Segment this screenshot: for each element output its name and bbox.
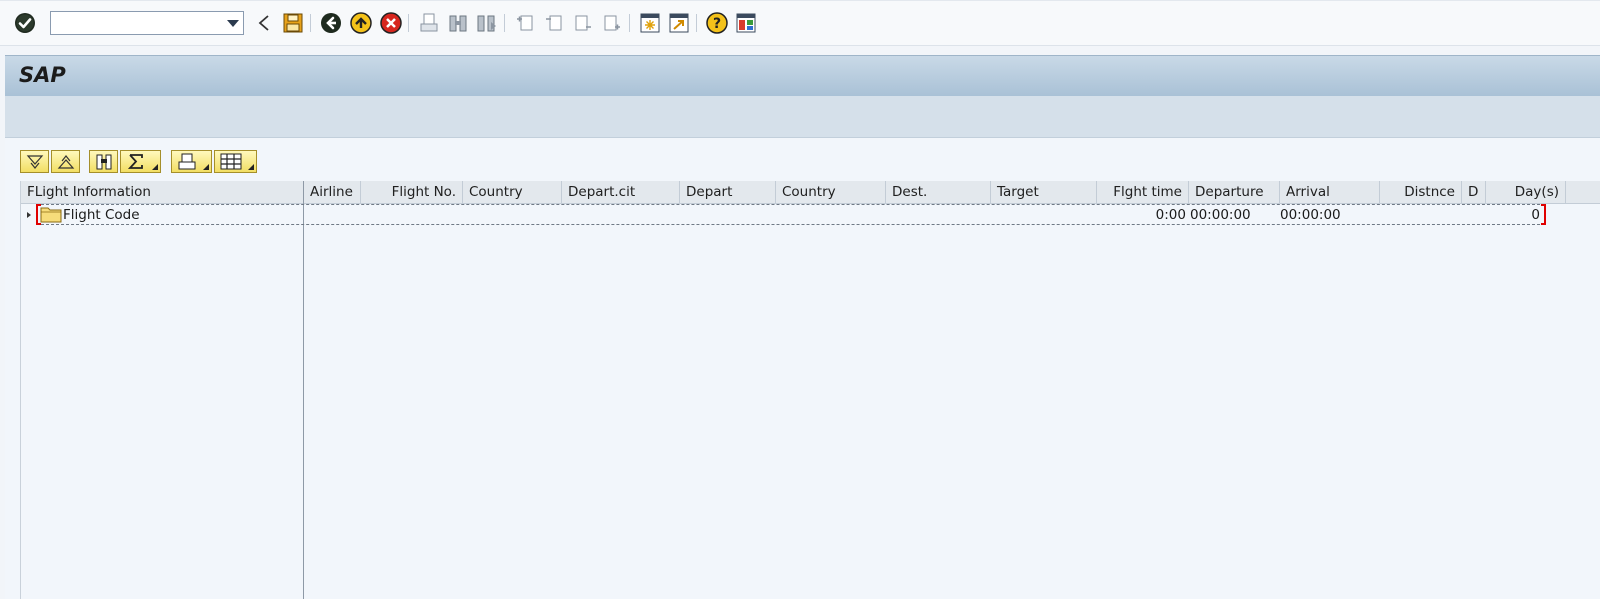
previous-page-icon[interactable] [543,12,565,34]
tree-node-label[interactable]: Flight Code [63,204,140,226]
back-triangle-icon[interactable] [253,12,275,34]
column-header-distance[interactable]: Distnce [1380,181,1462,203]
column-header-flight-information[interactable]: FLight Information [21,181,304,203]
find-icon [96,154,111,169]
dropdown-icon[interactable] [152,164,158,170]
dropdown-icon[interactable] [248,164,254,170]
toolbar-separator [408,14,409,32]
column-header-flight-time[interactable]: Flght time [1097,181,1189,203]
print-icon [178,153,195,170]
title-bar: SAP [5,55,1600,97]
command-field[interactable] [50,11,244,35]
expand-all-button[interactable] [20,150,49,173]
generate-shortcut-icon[interactable] [668,12,690,34]
layout-button[interactable] [214,150,257,173]
expand-all-icon [26,154,43,169]
first-page-icon[interactable] [514,12,536,34]
column-header-depart-city[interactable]: Depart.cit [562,181,680,203]
row-focus-right-marker [1541,204,1546,225]
last-page-icon[interactable] [601,12,623,34]
find-icon[interactable] [447,12,469,34]
column-header-country-to[interactable]: Country [776,181,886,203]
chevron-down-icon[interactable] [227,20,239,27]
cell-days: 0 [1531,207,1540,223]
column-header-depart-airport[interactable]: Depart [680,181,776,203]
column-header-country-from[interactable]: Country [463,181,562,203]
toolbar-separator [629,14,630,32]
toolbar-separator [504,14,505,32]
cell-arrival: 00:00:00 [1280,207,1341,223]
dropdown-icon[interactable] [203,164,209,170]
column-header-target[interactable]: Target [991,181,1097,203]
expand-node-icon[interactable] [27,212,31,218]
svg-text:?: ? [713,16,721,32]
tree-column-divider [303,181,304,599]
collapse-all-button[interactable] [51,150,80,173]
application-toolbar [5,96,1600,138]
system-toolbar: ? [0,0,1600,46]
command-input[interactable] [55,13,224,35]
column-header-departure[interactable]: Departure [1189,181,1280,203]
enter-check-icon[interactable] [14,12,36,34]
column-header-airline[interactable]: Airline [304,181,361,203]
column-header-destination[interactable]: Dest. [886,181,991,203]
save-icon[interactable] [282,12,304,34]
exit-icon[interactable] [350,12,372,34]
sum-icon [127,154,143,169]
column-header-flight-no[interactable]: Flight No. [361,181,463,203]
folder-icon [40,205,62,227]
cell-departure: 00:00:00 [1190,207,1251,223]
cell-flight-time: 0:00 [1155,207,1186,223]
grid-header: FLight Information Airline Flight No. Co… [21,181,1600,204]
layout-icon [220,153,241,170]
print-icon[interactable] [418,12,440,34]
create-session-icon[interactable] [639,12,661,34]
help-icon[interactable]: ? [706,12,728,34]
collapse-all-icon [57,154,74,169]
customize-layout-icon[interactable] [735,12,757,34]
back-icon[interactable] [320,12,342,34]
cancel-icon[interactable] [380,12,402,34]
next-page-icon[interactable] [572,12,594,34]
toolbar-separator [696,14,697,32]
find-next-icon[interactable] [476,12,498,34]
column-header-days[interactable]: Day(s) [1486,181,1566,203]
grid-left-border [20,181,21,599]
toolbar-separator [310,14,311,32]
column-header-d[interactable]: D [1462,181,1486,203]
page-title: SAP [19,63,66,87]
print-button[interactable] [171,150,212,173]
sum-button[interactable] [120,150,161,173]
column-header-arrival[interactable]: Arrival [1280,181,1380,203]
find-button[interactable] [89,150,118,173]
